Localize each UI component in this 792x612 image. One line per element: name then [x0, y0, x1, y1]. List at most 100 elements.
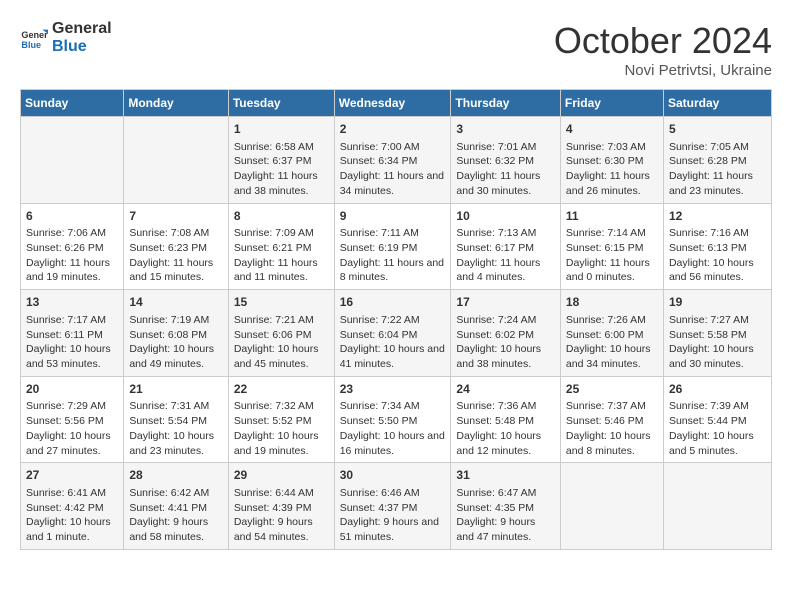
day-info: Sunrise: 7:13 AM Sunset: 6:17 PM Dayligh… [456, 226, 555, 285]
calendar-cell: 21Sunrise: 7:31 AM Sunset: 5:54 PM Dayli… [124, 376, 228, 463]
calendar-cell: 14 Sunrise: 7:19 AM Sunset: 6:08 PM Dayli… [124, 290, 228, 377]
calendar-cell: 27Sunrise: 6:41 AM Sunset: 4:42 PM Dayli… [21, 463, 124, 550]
page-header: General Blue General Blue October 2024 N… [20, 20, 772, 79]
calendar-table: SundayMondayTuesdayWednesdayThursdayFrid… [20, 89, 772, 550]
calendar-cell [663, 463, 771, 550]
day-info: Sunrise: 6:46 AM Sunset: 4:37 PM Dayligh… [340, 486, 446, 545]
calendar-cell: 5Sunrise: 7:05 AM Sunset: 6:28 PM Daylig… [663, 117, 771, 204]
day-info: Sunrise: 6:42 AM Sunset: 4:41 PM Dayligh… [129, 486, 222, 545]
day-number: 8 [234, 208, 329, 225]
day-info: Sunrise: 6:47 AM Sunset: 4:35 PM Dayligh… [456, 486, 555, 545]
calendar-cell: 8Sunrise: 7:09 AM Sunset: 6:21 PM Daylig… [228, 203, 334, 290]
day-number: 16 [340, 294, 446, 311]
calendar-cell: 19Sunrise: 7:27 AM Sunset: 5:58 PM Dayli… [663, 290, 771, 377]
day-number: 31 [456, 467, 555, 484]
calendar-cell: 12Sunrise: 7:16 AM Sunset: 6:13 PM Dayli… [663, 203, 771, 290]
weekday-header-saturday: Saturday [663, 90, 771, 117]
day-info: Sunrise: 7:39 AM Sunset: 5:44 PM Dayligh… [669, 399, 766, 458]
weekday-header-row: SundayMondayTuesdayWednesdayThursdayFrid… [21, 90, 772, 117]
calendar-cell: 11Sunrise: 7:14 AM Sunset: 6:15 PM Dayli… [560, 203, 663, 290]
calendar-cell: 3 Sunrise: 7:01 AM Sunset: 6:32 PM Daylig… [451, 117, 561, 204]
day-info: Sunrise: 7:03 AM Sunset: 6:30 PM Dayligh… [566, 140, 658, 199]
day-info: Sunrise: 7:08 AM Sunset: 6:23 PM Dayligh… [129, 226, 222, 285]
day-number: 13 [26, 294, 118, 311]
calendar-cell: 29 Sunrise: 6:44 AM Sunset: 4:39 PM Dayli… [228, 463, 334, 550]
day-number: 21 [129, 381, 222, 398]
calendar-cell: 31 Sunrise: 6:47 AM Sunset: 4:35 PM Dayli… [451, 463, 561, 550]
calendar-cell: 9Sunrise: 7:11 AM Sunset: 6:19 PM Daylig… [334, 203, 451, 290]
calendar-cell: 24Sunrise: 7:36 AM Sunset: 5:48 PM Dayli… [451, 376, 561, 463]
calendar-week-row: 1Sunrise: 6:58 AM Sunset: 6:37 PM Daylig… [21, 117, 772, 204]
calendar-cell: 28 Sunrise: 6:42 AM Sunset: 4:41 PM Dayli… [124, 463, 228, 550]
day-info: Sunrise: 7:14 AM Sunset: 6:15 PM Dayligh… [566, 226, 658, 285]
calendar-week-row: 6Sunrise: 7:06 AM Sunset: 6:26 PM Daylig… [21, 203, 772, 290]
day-number: 24 [456, 381, 555, 398]
calendar-cell: 15 Sunrise: 7:21 AM Sunset: 6:06 PM Dayli… [228, 290, 334, 377]
day-number: 14 [129, 294, 222, 311]
weekday-header-sunday: Sunday [21, 90, 124, 117]
day-number: 25 [566, 381, 658, 398]
title-block: October 2024 Novi Petrivtsi, Ukraine [554, 20, 772, 79]
calendar-week-row: 13 Sunrise: 7:17 AM Sunset: 6:11 PM Dayli… [21, 290, 772, 377]
calendar-cell [560, 463, 663, 550]
day-number: 15 [234, 294, 329, 311]
day-info: Sunrise: 7:19 AM Sunset: 6:08 PM Dayligh… [129, 313, 222, 372]
day-info: Sunrise: 7:16 AM Sunset: 6:13 PM Dayligh… [669, 226, 766, 285]
day-info: Sunrise: 7:31 AM Sunset: 5:54 PM Dayligh… [129, 399, 222, 458]
day-info: Sunrise: 7:32 AM Sunset: 5:52 PM Dayligh… [234, 399, 329, 458]
day-info: Sunrise: 7:21 AM Sunset: 6:06 PM Dayligh… [234, 313, 329, 372]
day-info: Sunrise: 7:36 AM Sunset: 5:48 PM Dayligh… [456, 399, 555, 458]
calendar-cell: 13 Sunrise: 7:17 AM Sunset: 6:11 PM Dayli… [21, 290, 124, 377]
calendar-cell: 20Sunrise: 7:29 AM Sunset: 5:56 PM Dayli… [21, 376, 124, 463]
day-number: 17 [456, 294, 555, 311]
day-info: Sunrise: 7:29 AM Sunset: 5:56 PM Dayligh… [26, 399, 118, 458]
day-number: 30 [340, 467, 446, 484]
day-number: 10 [456, 208, 555, 225]
day-number: 4 [566, 121, 658, 138]
day-number: 6 [26, 208, 118, 225]
day-number: 29 [234, 467, 329, 484]
calendar-cell: 30 Sunrise: 6:46 AM Sunset: 4:37 PM Dayli… [334, 463, 451, 550]
day-number: 7 [129, 208, 222, 225]
day-info: Sunrise: 7:06 AM Sunset: 6:26 PM Dayligh… [26, 226, 118, 285]
calendar-cell: 4 Sunrise: 7:03 AM Sunset: 6:30 PM Daylig… [560, 117, 663, 204]
day-info: Sunrise: 7:11 AM Sunset: 6:19 PM Dayligh… [340, 226, 446, 285]
location-subtitle: Novi Petrivtsi, Ukraine [554, 62, 772, 79]
day-info: Sunrise: 7:01 AM Sunset: 6:32 PM Dayligh… [456, 140, 555, 199]
day-number: 11 [566, 208, 658, 225]
calendar-cell: 17Sunrise: 7:24 AM Sunset: 6:02 PM Dayli… [451, 290, 561, 377]
day-number: 26 [669, 381, 766, 398]
day-number: 12 [669, 208, 766, 225]
svg-text:General: General [21, 30, 48, 40]
day-info: Sunrise: 7:17 AM Sunset: 6:11 PM Dayligh… [26, 313, 118, 372]
day-number: 2 [340, 121, 446, 138]
calendar-cell: 16 Sunrise: 7:22 AM Sunset: 6:04 PM Dayli… [334, 290, 451, 377]
day-info: Sunrise: 7:34 AM Sunset: 5:50 PM Dayligh… [340, 399, 446, 458]
day-number: 28 [129, 467, 222, 484]
day-info: Sunrise: 7:00 AM Sunset: 6:34 PM Dayligh… [340, 140, 446, 199]
calendar-cell: 18Sunrise: 7:26 AM Sunset: 6:00 PM Dayli… [560, 290, 663, 377]
day-number: 27 [26, 467, 118, 484]
logo-icon: General Blue [20, 24, 48, 52]
calendar-cell: 7Sunrise: 7:08 AM Sunset: 6:23 PM Daylig… [124, 203, 228, 290]
weekday-header-friday: Friday [560, 90, 663, 117]
day-number: 3 [456, 121, 555, 138]
weekday-header-thursday: Thursday [451, 90, 561, 117]
day-number: 9 [340, 208, 446, 225]
day-info: Sunrise: 7:22 AM Sunset: 6:04 PM Dayligh… [340, 313, 446, 372]
weekday-header-tuesday: Tuesday [228, 90, 334, 117]
day-info: Sunrise: 6:44 AM Sunset: 4:39 PM Dayligh… [234, 486, 329, 545]
day-number: 22 [234, 381, 329, 398]
calendar-cell: 1Sunrise: 6:58 AM Sunset: 6:37 PM Daylig… [228, 117, 334, 204]
day-number: 18 [566, 294, 658, 311]
svg-text:Blue: Blue [21, 39, 41, 49]
day-info: Sunrise: 7:09 AM Sunset: 6:21 PM Dayligh… [234, 226, 329, 285]
calendar-week-row: 27Sunrise: 6:41 AM Sunset: 4:42 PM Dayli… [21, 463, 772, 550]
calendar-cell: 6Sunrise: 7:06 AM Sunset: 6:26 PM Daylig… [21, 203, 124, 290]
calendar-cell: 23Sunrise: 7:34 AM Sunset: 5:50 PM Dayli… [334, 376, 451, 463]
day-number: 5 [669, 121, 766, 138]
logo-text-general: General [52, 20, 112, 37]
logo: General Blue General Blue [20, 20, 112, 55]
calendar-cell: 2 Sunrise: 7:00 AM Sunset: 6:34 PM Daylig… [334, 117, 451, 204]
month-year-title: October 2024 [554, 20, 772, 62]
